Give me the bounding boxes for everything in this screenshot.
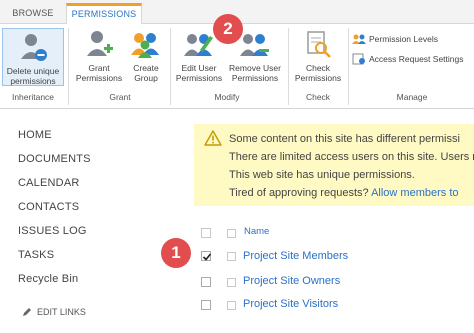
create-group-label-2: Group (134, 73, 158, 83)
group-link-visitors[interactable]: Project Site Visitors (243, 298, 338, 310)
delete-unique-label-2: permissions (10, 76, 56, 86)
banner-line-limited-access: There are limited access users on this s… (229, 151, 474, 163)
remove-user-permissions-label-1: Remove User (229, 63, 281, 73)
permissions-warning-banner: Some content on this site has different … (194, 124, 474, 206)
banner-line-unique-permissions: This web site has unique permissions. (229, 169, 415, 181)
name-column-header[interactable]: Name (244, 226, 269, 237)
select-all-checkbox[interactable] (201, 228, 211, 238)
nav-item-contacts[interactable]: CONTACTS (18, 201, 79, 213)
create-group-button[interactable]: Create Group (126, 28, 166, 83)
warning-icon (204, 130, 222, 146)
remove-user-permissions-icon (240, 34, 269, 56)
create-group-label-1: Create (133, 63, 159, 73)
row-type-box (227, 278, 236, 287)
create-group-icon (131, 33, 159, 58)
check-permissions-label-1: Check (305, 63, 331, 73)
pencil-icon (23, 308, 31, 316)
check-permissions-button[interactable]: Check Permissions (292, 28, 344, 83)
ribbon-divider (68, 28, 69, 105)
row-checkbox[interactable] (201, 300, 211, 310)
tab-permissions[interactable]: PERMISSIONS (66, 3, 142, 25)
checkmark-icon (202, 253, 212, 261)
permission-levels-button[interactable]: Permission Levels (352, 32, 438, 46)
edit-links-label: EDIT LINKS (37, 307, 86, 317)
check-permissions-icon (307, 31, 331, 58)
delete-unique-permissions-button[interactable]: Delete unique permissions (2, 28, 64, 86)
allow-members-link[interactable]: Allow members to (371, 187, 458, 199)
ribbon-divider (348, 28, 349, 105)
access-request-settings-label: Access Request Settings (369, 54, 464, 64)
nav-item-recycle-bin[interactable]: Recycle Bin (18, 273, 78, 285)
grant-permissions-label-1: Grant (88, 63, 110, 73)
edit-user-permissions-label-2: Permissions (175, 73, 223, 83)
edit-links-button[interactable]: EDIT LINKS (22, 307, 86, 317)
nav-item-home[interactable]: HOME (18, 129, 52, 141)
delete-permissions-icon (21, 34, 47, 61)
tab-browse[interactable]: BROWSE (4, 3, 62, 24)
group-label-manage: Manage (396, 92, 428, 102)
group-link-members[interactable]: Project Site Members (243, 250, 348, 262)
permission-levels-icon (352, 34, 366, 44)
permission-levels-label: Permission Levels (369, 34, 438, 44)
access-request-settings-button[interactable]: Access Request Settings (352, 52, 464, 66)
remove-user-permissions-label-2: Permissions (231, 73, 279, 83)
ribbon-divider (170, 28, 171, 105)
group-label-check: Check (305, 92, 331, 102)
check-permissions-label-2: Permissions (294, 73, 342, 83)
grant-permissions-icon (87, 31, 113, 56)
delete-unique-label-1: Delete unique (6, 66, 60, 76)
callout-marker-2: 2 (213, 14, 243, 44)
nav-item-issues-log[interactable]: ISSUES LOG (18, 225, 87, 237)
nav-item-documents[interactable]: DOCUMENTS (18, 153, 91, 165)
row-type-box (227, 252, 236, 261)
banner-line-different-permissions: Some content on this site has different … (229, 133, 460, 145)
group-label-inheritance: Inheritance (11, 92, 55, 102)
group-link-owners[interactable]: Project Site Owners (243, 275, 340, 287)
header-type-checkbox (227, 229, 236, 238)
row-checkbox[interactable] (201, 251, 212, 261)
row-checkbox[interactable] (201, 277, 211, 287)
grant-permissions-label-2: Permissions (75, 73, 123, 83)
edit-user-permissions-label-1: Edit User (181, 63, 217, 73)
nav-item-calendar[interactable]: CALENDAR (18, 177, 80, 189)
banner-approving-text: Tired of approving requests? (229, 187, 372, 199)
ribbon-divider (288, 28, 289, 105)
banner-line-approving-requests: Tired of approving requests? Allow membe… (229, 187, 459, 199)
edit-user-permissions-icon (184, 34, 213, 56)
callout-marker-1: 1 (161, 238, 191, 268)
group-label-grant: Grant (109, 92, 131, 102)
row-type-box (227, 301, 236, 310)
grant-permissions-button[interactable]: Grant Permissions (74, 28, 124, 83)
group-label-modify: Modify (214, 92, 240, 102)
nav-item-tasks[interactable]: TASKS (18, 249, 54, 261)
access-request-settings-icon (352, 53, 365, 65)
